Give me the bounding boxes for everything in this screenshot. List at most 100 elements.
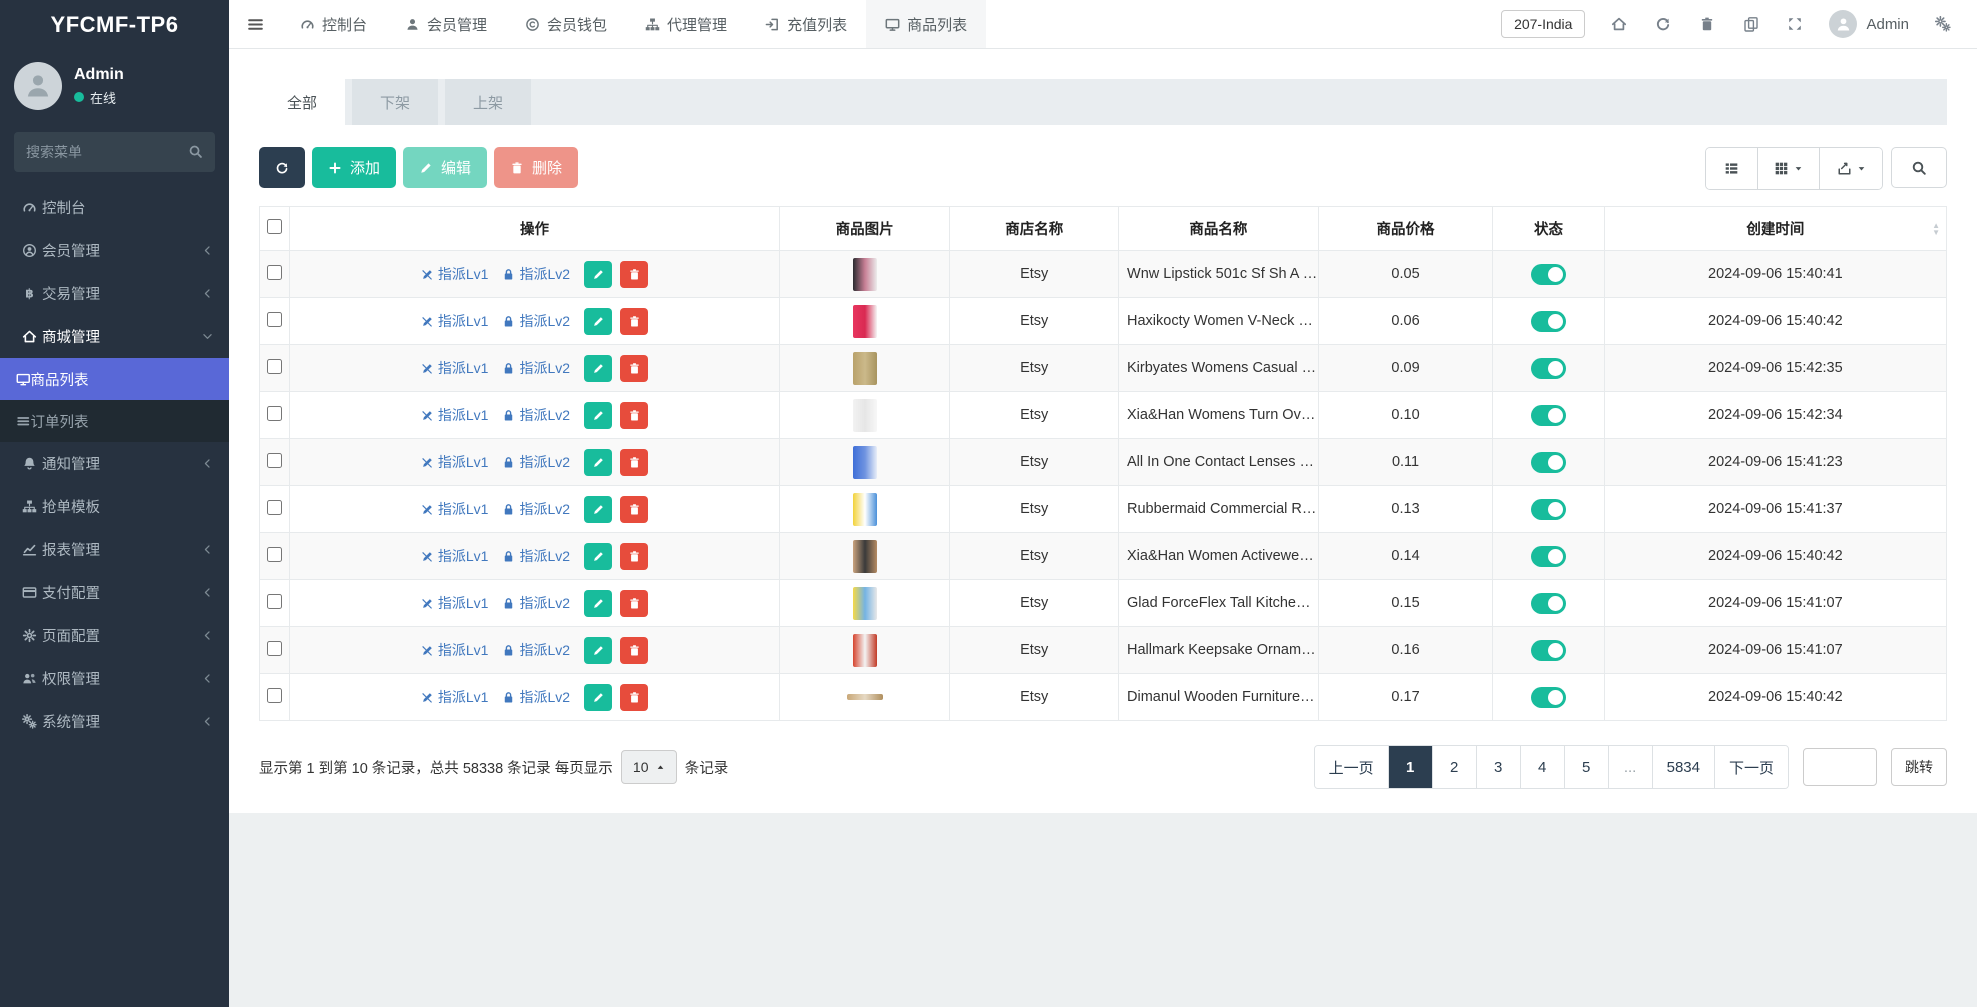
row-checkbox[interactable] [267,406,282,421]
assign-lv1-link[interactable]: 指派Lv1 [421,640,489,660]
region-button[interactable]: 207-India [1501,10,1585,38]
row-delete-button[interactable] [620,543,648,570]
tab-on-shelf[interactable]: 上架 [445,79,531,125]
row-edit-button[interactable] [584,637,612,664]
assign-lv2-link[interactable]: 指派Lv2 [502,311,570,331]
assign-lv1-link[interactable]: 指派Lv1 [421,358,489,378]
tab-all[interactable]: 全部 [259,79,345,125]
row-edit-button[interactable] [584,449,612,476]
user-menu[interactable]: Admin [1819,10,1919,38]
delete-button[interactable]: 删除 [494,147,578,188]
sidebar-item-product-list[interactable]: 商品列表 [0,358,229,400]
row-checkbox[interactable] [267,594,282,609]
menu-search-input[interactable] [14,132,215,172]
row-edit-button[interactable] [584,684,612,711]
assign-lv1-link[interactable]: 指派Lv1 [421,687,489,707]
nav-item-members[interactable]: 会员管理 [386,0,506,48]
refresh-button[interactable] [1643,7,1683,41]
assign-lv2-link[interactable]: 指派Lv2 [502,264,570,284]
sidebar-item-grab-template[interactable]: 抢单模板 [0,485,229,528]
row-delete-button[interactable] [620,308,648,335]
assign-lv1-link[interactable]: 指派Lv1 [421,264,489,284]
settings-button[interactable] [1923,7,1963,41]
nav-item-dashboard[interactable]: 控制台 [281,0,386,48]
page-4[interactable]: 4 [1521,746,1565,788]
tab-off-shelf[interactable]: 下架 [352,79,438,125]
assign-lv2-link[interactable]: 指派Lv2 [502,640,570,660]
status-toggle[interactable] [1531,687,1566,708]
jump-page-input[interactable] [1803,748,1877,786]
row-checkbox[interactable] [267,547,282,562]
status-toggle[interactable] [1531,499,1566,520]
clear-trash-button[interactable] [1687,7,1727,41]
assign-lv2-link[interactable]: 指派Lv2 [502,687,570,707]
nav-item-products[interactable]: 商品列表 [866,0,986,48]
sidebar-item-payment-config[interactable]: 支付配置 [0,571,229,614]
assign-lv1-link[interactable]: 指派Lv1 [421,499,489,519]
page-last[interactable]: 5834 [1653,746,1715,788]
sidebar-item-dashboard[interactable]: 控制台 [0,186,229,229]
assign-lv2-link[interactable]: 指派Lv2 [502,405,570,425]
assign-lv1-link[interactable]: 指派Lv1 [421,405,489,425]
row-edit-button[interactable] [584,496,612,523]
fullscreen-button[interactable] [1775,7,1815,41]
export-dropdown-button[interactable] [1820,148,1882,189]
row-edit-button[interactable] [584,355,612,382]
next-page-button[interactable]: 下一页 [1715,746,1788,788]
assign-lv1-link[interactable]: 指派Lv1 [421,593,489,613]
select-all-checkbox[interactable] [267,219,282,234]
assign-lv2-link[interactable]: 指派Lv2 [502,452,570,472]
row-checkbox[interactable] [267,453,282,468]
row-checkbox[interactable] [267,500,282,515]
page-2[interactable]: 2 [1433,746,1477,788]
status-toggle[interactable] [1531,593,1566,614]
assign-lv2-link[interactable]: 指派Lv2 [502,593,570,613]
row-delete-button[interactable] [620,637,648,664]
nav-item-recharge[interactable]: 充值列表 [746,0,866,48]
sidebar-toggle-button[interactable] [229,0,281,48]
sidebar-item-notify[interactable]: 通知管理 [0,442,229,485]
col-created[interactable]: 创建时间▲▼ [1604,207,1946,251]
nav-item-agents[interactable]: 代理管理 [626,0,746,48]
status-toggle[interactable] [1531,640,1566,661]
row-delete-button[interactable] [620,496,648,523]
nav-item-wallets[interactable]: 会员钱包 [506,0,626,48]
row-edit-button[interactable] [584,590,612,617]
row-checkbox[interactable] [267,312,282,327]
assign-lv1-link[interactable]: 指派Lv1 [421,452,489,472]
row-delete-button[interactable] [620,684,648,711]
row-delete-button[interactable] [620,590,648,617]
sidebar-item-trade[interactable]: ฿交易管理 [0,272,229,315]
prev-page-button[interactable]: 上一页 [1315,746,1389,788]
row-delete-button[interactable] [620,261,648,288]
sidebar-item-order-list[interactable]: 订单列表 [0,400,229,442]
page-1[interactable]: 1 [1389,746,1433,788]
edit-button[interactable]: 编辑 [403,147,487,188]
detail-view-button[interactable] [1706,148,1758,189]
status-toggle[interactable] [1531,546,1566,567]
status-toggle[interactable] [1531,405,1566,426]
row-edit-button[interactable] [584,543,612,570]
add-button[interactable]: 添加 [312,147,396,188]
sidebar-item-system[interactable]: 系统管理 [0,700,229,743]
status-toggle[interactable] [1531,264,1566,285]
assign-lv2-link[interactable]: 指派Lv2 [502,546,570,566]
jump-button[interactable]: 跳转 [1891,748,1947,786]
page-size-select[interactable]: 10 [621,750,677,784]
row-edit-button[interactable] [584,308,612,335]
row-delete-button[interactable] [620,355,648,382]
row-edit-button[interactable] [584,402,612,429]
row-edit-button[interactable] [584,261,612,288]
refresh-table-button[interactable] [259,147,305,188]
search-toggle-button[interactable] [1891,147,1947,188]
row-checkbox[interactable] [267,688,282,703]
sidebar-item-reports[interactable]: 报表管理 [0,528,229,571]
assign-lv1-link[interactable]: 指派Lv1 [421,311,489,331]
page-5[interactable]: 5 [1565,746,1609,788]
clear-cache-button[interactable] [1731,7,1771,41]
status-toggle[interactable] [1531,452,1566,473]
sidebar-item-mall[interactable]: 商城管理 [0,315,229,358]
status-toggle[interactable] [1531,311,1566,332]
assign-lv2-link[interactable]: 指派Lv2 [502,358,570,378]
status-toggle[interactable] [1531,358,1566,379]
